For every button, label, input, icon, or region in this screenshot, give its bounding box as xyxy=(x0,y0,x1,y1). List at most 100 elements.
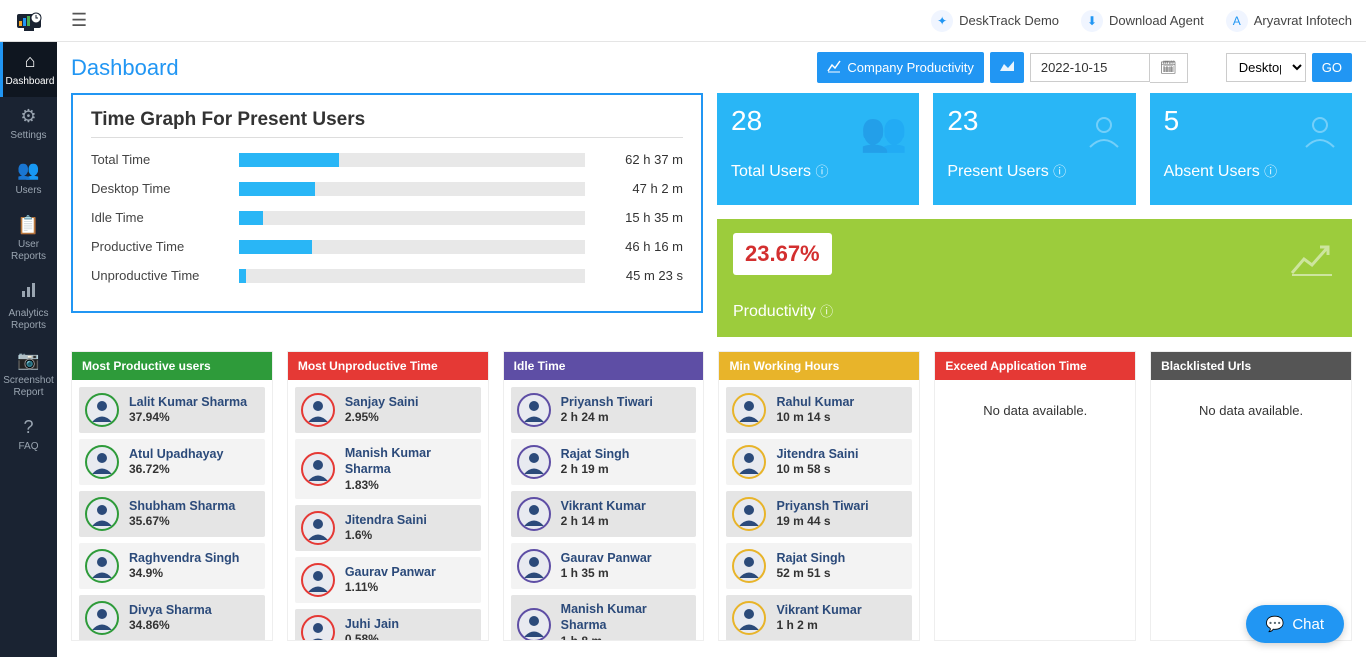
min-working-card: Min Working Hours Rahul Kumar10 m 14 sJi… xyxy=(718,351,920,641)
company-link[interactable]: A Aryavrat Infotech xyxy=(1226,10,1352,32)
productivity-value: 23.67% xyxy=(733,233,832,275)
list-item[interactable]: Atul Upadhayay36.72% xyxy=(79,439,265,485)
user-name: Raghvendra Singh xyxy=(129,550,239,566)
sidebar-item-dashboard[interactable]: ⌂ Dashboard xyxy=(0,42,57,97)
present-users-tile[interactable]: 23 Present Users ⓘ xyxy=(933,93,1135,205)
most-unproductive-card: Most Unproductive Time Sanjay Saini2.95%… xyxy=(287,351,489,641)
list-item[interactable]: Sanjay Saini2.95% xyxy=(295,387,481,433)
bar-row: Idle Time15 h 35 m xyxy=(91,210,683,225)
sidebar-item-screenshot[interactable]: 📷 Screenshot Report xyxy=(0,341,57,408)
sidebar-item-faq[interactable]: ? FAQ xyxy=(0,408,57,463)
page-title: Dashboard xyxy=(71,55,179,81)
sidebar-item-settings[interactable]: ⚙ Settings xyxy=(0,97,57,152)
avatar xyxy=(85,601,119,635)
download-agent-link[interactable]: ⬇ Download Agent xyxy=(1081,10,1204,32)
tile-label: Present Users ⓘ xyxy=(947,161,1121,181)
sidebar-item-user-reports[interactable]: 📋 User Reports xyxy=(0,206,57,273)
bar-track xyxy=(239,211,585,225)
sidebar-item-analytics[interactable]: Analytics Reports xyxy=(0,272,57,341)
dashboard-icon: ⌂ xyxy=(25,51,36,73)
avatar xyxy=(301,511,335,545)
user-value: 34.86% xyxy=(129,618,212,634)
user-value: 35.67% xyxy=(129,514,235,530)
avatar xyxy=(301,452,335,486)
info-icon: ⓘ xyxy=(820,304,833,319)
chat-button[interactable]: 💬 Chat xyxy=(1246,605,1344,643)
user-value: 2.95% xyxy=(345,410,419,426)
sidebar-item-users[interactable]: 👥 Users xyxy=(0,151,57,206)
calendar-button[interactable]: 🗓 xyxy=(1150,53,1188,83)
date-input[interactable] xyxy=(1030,53,1150,82)
bar-fill xyxy=(239,211,263,225)
list-item-text: Lalit Kumar Sharma37.94% xyxy=(129,394,247,426)
bar-label: Total Time xyxy=(91,152,239,167)
user-value: 0.58% xyxy=(345,632,399,640)
total-users-tile[interactable]: 28 👥 Total Users ⓘ xyxy=(717,93,919,205)
productivity-tile[interactable]: 23.67% Productivity ⓘ xyxy=(717,219,1352,337)
list-item[interactable]: Vikrant Kumar2 h 14 m xyxy=(511,491,697,537)
user-value: 1 h 35 m xyxy=(561,566,652,582)
no-data-message: No data available. xyxy=(1158,387,1344,434)
list-item-text: Vikrant Kumar1 h 2 m xyxy=(776,602,861,634)
user-name: Jitendra Saini xyxy=(345,512,427,528)
list-item[interactable]: Gaurav Panwar1.11% xyxy=(295,557,481,603)
user-name: Jitendra Saini xyxy=(776,446,858,462)
list-item[interactable]: Vikrant Kumar1 h 2 m xyxy=(726,595,912,640)
bar-label: Unproductive Time xyxy=(91,268,239,283)
top-link-label: DeskTrack Demo xyxy=(959,13,1059,28)
view-select[interactable]: Desktop xyxy=(1226,53,1306,82)
list-item[interactable]: Divya Sharma34.86% xyxy=(79,595,265,640)
user-name: Vikrant Kumar xyxy=(776,602,861,618)
list-item[interactable]: Priyansh Tiwari2 h 24 m xyxy=(511,387,697,433)
list-item[interactable]: Gaurav Panwar1 h 35 m xyxy=(511,543,697,589)
bar-track xyxy=(239,240,585,254)
bar-fill xyxy=(239,269,246,283)
sidebar-item-label: Screenshot Report xyxy=(2,375,55,399)
list-item[interactable]: Raghvendra Singh34.9% xyxy=(79,543,265,589)
avatar xyxy=(732,445,766,479)
hamburger-icon[interactable]: ☰ xyxy=(71,10,87,31)
user-value: 2 h 24 m xyxy=(561,410,653,426)
info-icon: ⓘ xyxy=(1264,164,1277,179)
chat-icon: 💬 xyxy=(1266,615,1285,633)
list-item[interactable]: Jitendra Saini10 m 58 s xyxy=(726,439,912,485)
list-item[interactable]: Manish Kumar Sharma1 h 8 m xyxy=(511,595,697,640)
user-name: Gaurav Panwar xyxy=(561,550,652,566)
avatar xyxy=(732,393,766,427)
list-item[interactable]: Rahul Kumar10 m 14 s xyxy=(726,387,912,433)
user-value: 1.11% xyxy=(345,580,436,596)
go-button[interactable]: GO xyxy=(1312,53,1352,82)
list-item[interactable]: Juhi Jain0.58% xyxy=(295,609,481,640)
bar-track xyxy=(239,182,585,196)
avatar xyxy=(517,497,551,531)
avatar xyxy=(732,549,766,583)
list-item-text: Gaurav Panwar1.11% xyxy=(345,564,436,596)
list-item[interactable]: Rajat Singh52 m 51 s xyxy=(726,543,912,589)
tile-label: Absent Users ⓘ xyxy=(1164,161,1338,181)
list-item[interactable]: Rajat Singh2 h 19 m xyxy=(511,439,697,485)
demo-link[interactable]: ✦ DeskTrack Demo xyxy=(931,10,1059,32)
area-chart-button[interactable] xyxy=(990,52,1024,83)
topbar: ☰ ✦ DeskTrack Demo ⬇ Download Agent A Ar… xyxy=(57,0,1366,42)
list-item[interactable]: Manish Kumar Sharma1.83% xyxy=(295,439,481,499)
user-icon xyxy=(1084,111,1124,161)
list-item[interactable]: Priyansh Tiwari19 m 44 s xyxy=(726,491,912,537)
avatar xyxy=(301,563,335,597)
user-name: Juhi Jain xyxy=(345,616,399,632)
lists-row: Most Productive users Lalit Kumar Sharma… xyxy=(71,351,1352,641)
list-item[interactable]: Shubham Sharma35.67% xyxy=(79,491,265,537)
list-item-text: Manish Kumar Sharma1.83% xyxy=(345,445,475,493)
absent-users-tile[interactable]: 5 Absent Users ⓘ xyxy=(1150,93,1352,205)
list-item[interactable]: Lalit Kumar Sharma37.94% xyxy=(79,387,265,433)
bar-value: 46 h 16 m xyxy=(605,239,683,254)
logo[interactable] xyxy=(0,0,57,42)
question-icon: ? xyxy=(23,417,33,439)
user-value: 19 m 44 s xyxy=(776,514,868,530)
company-productivity-button[interactable]: Company Productivity xyxy=(817,52,983,83)
demo-icon: ✦ xyxy=(931,10,953,32)
sidebar-item-label: User Reports xyxy=(2,239,55,263)
avatar xyxy=(85,445,119,479)
bar-value: 62 h 37 m xyxy=(605,152,683,167)
top-link-label: Aryavrat Infotech xyxy=(1254,13,1352,28)
list-item[interactable]: Jitendra Saini1.6% xyxy=(295,505,481,551)
